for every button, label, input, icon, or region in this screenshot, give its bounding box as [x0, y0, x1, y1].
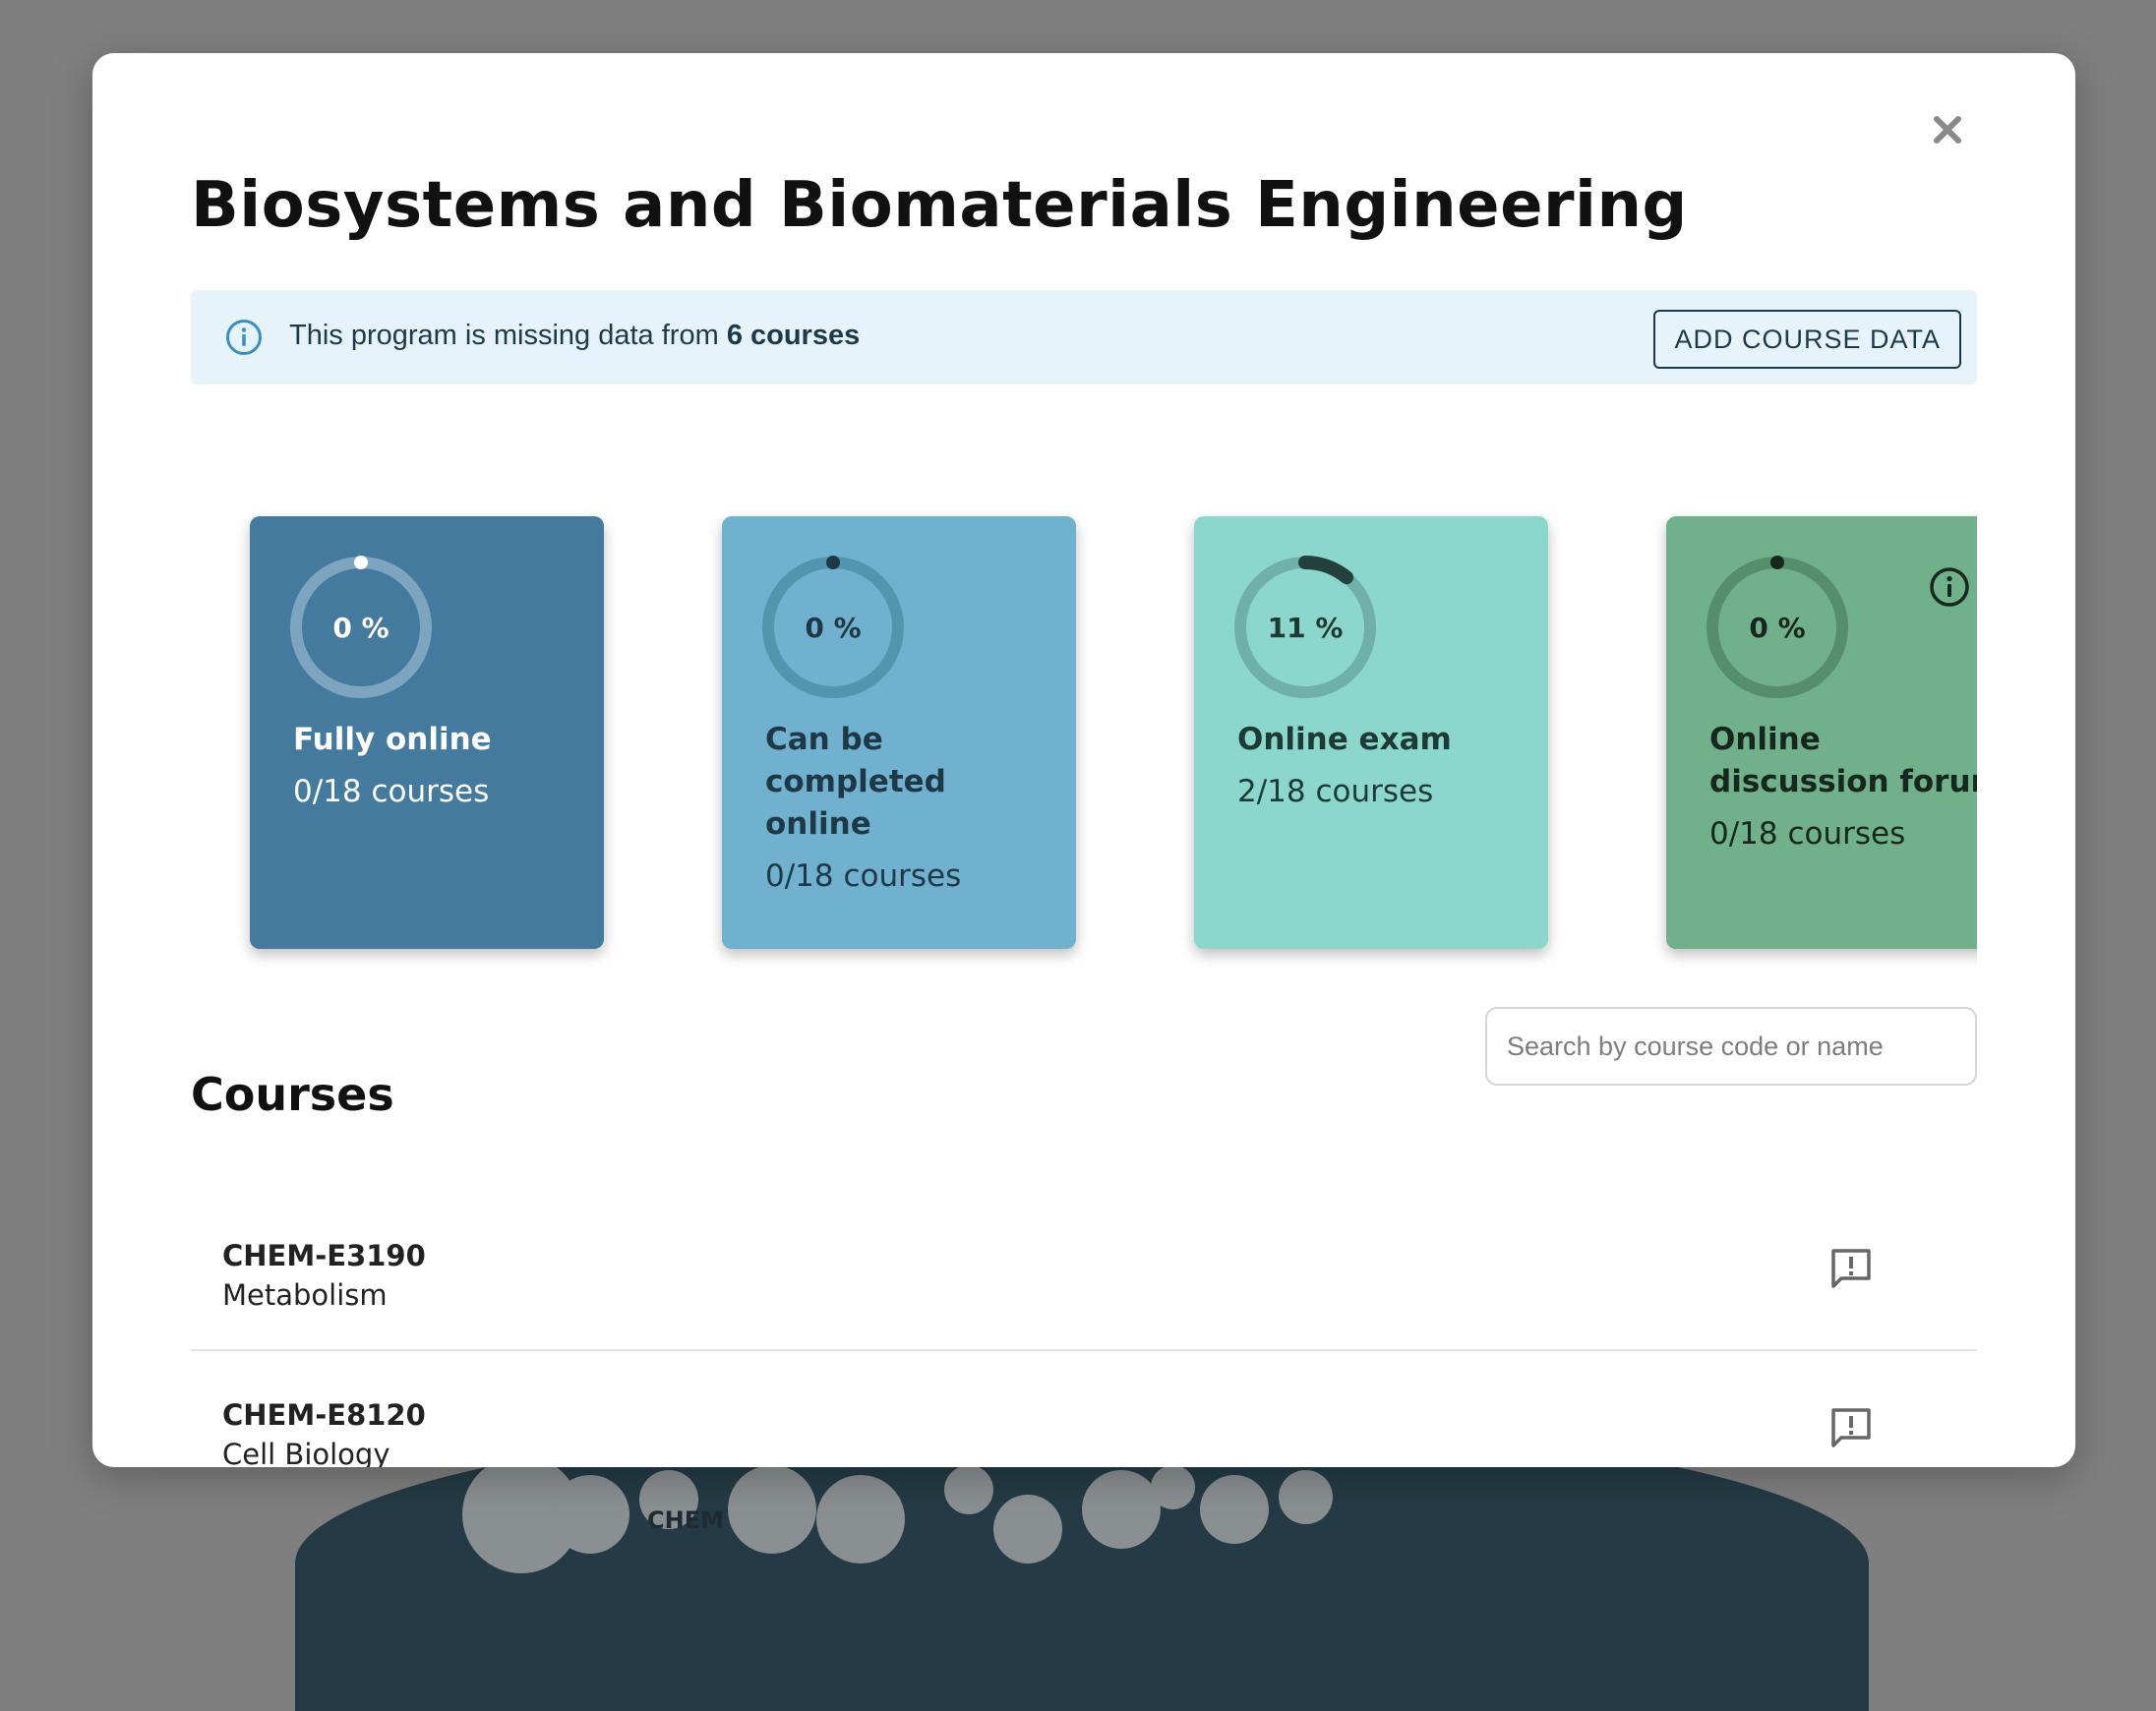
stat-label: Online exam 2/18 courses	[1237, 719, 1562, 813]
background-bubble	[551, 1475, 629, 1554]
stat-percent: 0 %	[805, 611, 862, 644]
close-icon	[1934, 116, 1961, 144]
stat-title: Online exam	[1237, 722, 1452, 757]
course-name: Metabolism	[222, 1278, 388, 1312]
stat-percent: 11 %	[1267, 611, 1344, 644]
feedback-icon	[1831, 1408, 1871, 1447]
background-bubble	[993, 1495, 1062, 1564]
add-course-data-button[interactable]: ADD COURSE DATA	[1653, 310, 1961, 369]
report-course-button[interactable]	[1820, 1237, 1883, 1300]
stat-card-completed-online[interactable]: 0 % Can be completed online 0/18 courses	[722, 516, 1076, 949]
course-code: CHEM-E3190	[222, 1239, 426, 1272]
stat-label: Can be completed online 0/18 courses	[765, 719, 1050, 898]
stat-label: Online discussion forum 0/18 courses	[1709, 719, 1977, 856]
stat-title: Online discussion forum	[1709, 722, 1977, 799]
program-modal: Biosystems and Biomaterials Engineering …	[92, 53, 2075, 1467]
course-code: CHEM-E8120	[222, 1398, 426, 1432]
stat-title: Fully online	[293, 722, 492, 757]
stat-count: 2/18 courses	[1237, 774, 1434, 809]
course-row[interactable]: CHEM-E8120 Cell Biology	[191, 1351, 1977, 1467]
close-button[interactable]	[1922, 104, 1973, 155]
background-bubble	[1151, 1465, 1195, 1509]
courses-heading: Courses	[191, 1068, 394, 1121]
missing-course-count: 6 courses	[726, 320, 861, 351]
missing-data-alert: This program is missing data from 6 cour…	[191, 290, 1977, 384]
stat-card-fully-online[interactable]: 0 % Fully online 0/18 courses	[250, 516, 604, 949]
stat-count: 0/18 courses	[1709, 816, 1906, 852]
stat-percent: 0 %	[1749, 611, 1806, 644]
stat-label: Fully online 0/18 courses	[293, 719, 618, 813]
background-label: CHEM	[647, 1506, 724, 1534]
stat-title: Can be completed online	[765, 722, 946, 842]
background-bubble	[1082, 1470, 1161, 1549]
background-bubble	[944, 1465, 993, 1514]
stats-carousel[interactable]: 0 % Fully online 0/18 courses 0 % Can be…	[191, 446, 1977, 1017]
program-title: Biosystems and Biomaterials Engineering	[191, 169, 1688, 242]
stat-percent: 0 %	[332, 611, 389, 644]
background-bubble	[1279, 1470, 1333, 1524]
course-search-input[interactable]	[1485, 1007, 1977, 1086]
stat-card-discussion-forum[interactable]: 0 % Online discussion forum 0/18 courses	[1666, 516, 1977, 949]
course-name: Cell Biology	[222, 1438, 390, 1467]
feedback-icon	[1831, 1249, 1871, 1288]
stat-count: 0/18 courses	[293, 774, 490, 809]
course-row[interactable]: CHEM-E3190 Metabolism	[191, 1192, 1977, 1351]
info-icon[interactable]	[1928, 565, 1971, 609]
report-course-button[interactable]	[1820, 1396, 1883, 1459]
background-bubble	[728, 1465, 816, 1554]
alert-message: This program is missing data from 6 cour…	[289, 320, 860, 352]
background-bubble	[1200, 1475, 1269, 1544]
stat-count: 0/18 courses	[765, 858, 962, 894]
stat-card-online-exam[interactable]: 11 % Online exam 2/18 courses	[1194, 516, 1548, 949]
alert-text-prefix: This program is missing data from	[289, 320, 719, 351]
background-bubble	[816, 1475, 905, 1564]
info-icon	[226, 320, 262, 355]
